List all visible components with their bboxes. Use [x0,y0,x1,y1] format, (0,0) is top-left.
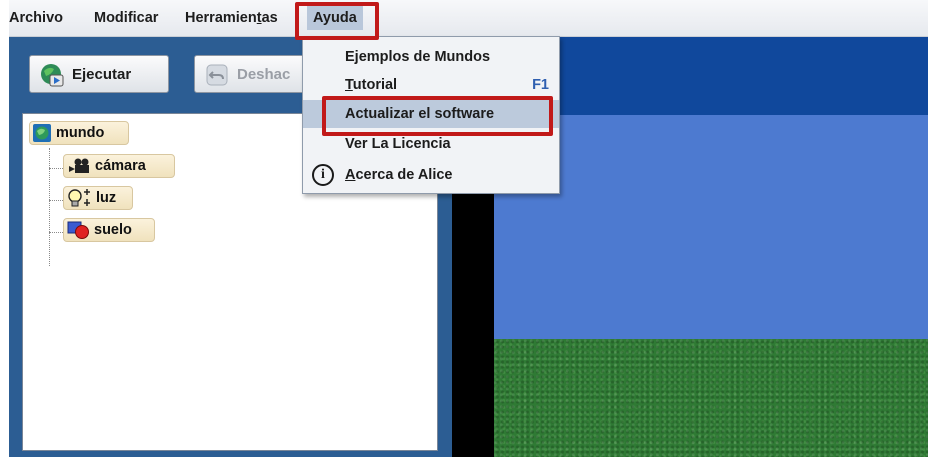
undo-icon [206,64,228,86]
menu-item-label: Ejemplos de Mundos [345,49,491,65]
menu-item-label: Acerca de Alice [345,167,453,183]
menu-item-acerca[interactable]: i Acerca de Alice [303,161,559,189]
tree-node-label: suelo [94,222,132,238]
run-button[interactable]: Ejecutar [29,55,169,93]
menu-item-tutorial[interactable]: Tutorial F1 [303,71,559,99]
lightbulb-icon [68,189,90,207]
menu-item-label: Ver La Licencia [345,136,451,152]
highlight-box-ayuda [295,2,379,40]
tree-node-luz[interactable]: luz [63,186,133,210]
play-globe-icon [41,64,64,87]
menu-item-ejemplos[interactable]: Ejemplos de Mundos [303,43,559,71]
tree-node-label: mundo [56,125,105,141]
menu-item-shortcut: F1 [532,77,549,93]
tree-node-suelo[interactable]: suelo [63,218,155,242]
menu-archivo[interactable]: Archivo [9,10,63,26]
info-icon: i [312,164,334,186]
undo-button[interactable]: Deshac [194,55,314,93]
tree-node-camara[interactable]: cámara [63,154,175,178]
ground-icon [67,221,89,239]
world-icon [33,124,51,142]
tree-node-label: cámara [95,158,146,174]
tree-node-mundo[interactable]: mundo [29,121,129,145]
highlight-box-actualizar [322,96,553,136]
menu-item-label: Tutorial [345,77,398,93]
menu-bar: Archivo Modificar Herramientas Ayuda [9,0,928,37]
menu-modificar[interactable]: Modificar [94,10,158,26]
scene-ground[interactable] [494,339,928,457]
alice-window: Archivo Modificar Herramientas Ayuda Eje… [9,0,928,457]
undo-button-label: Deshac [237,66,291,83]
tree-node-label: luz [96,190,117,206]
menu-herramientas[interactable]: Herramientas [185,10,278,26]
camera-icon [69,158,89,173]
tree-connector [49,148,50,266]
run-button-label: Ejecutar [72,66,132,83]
